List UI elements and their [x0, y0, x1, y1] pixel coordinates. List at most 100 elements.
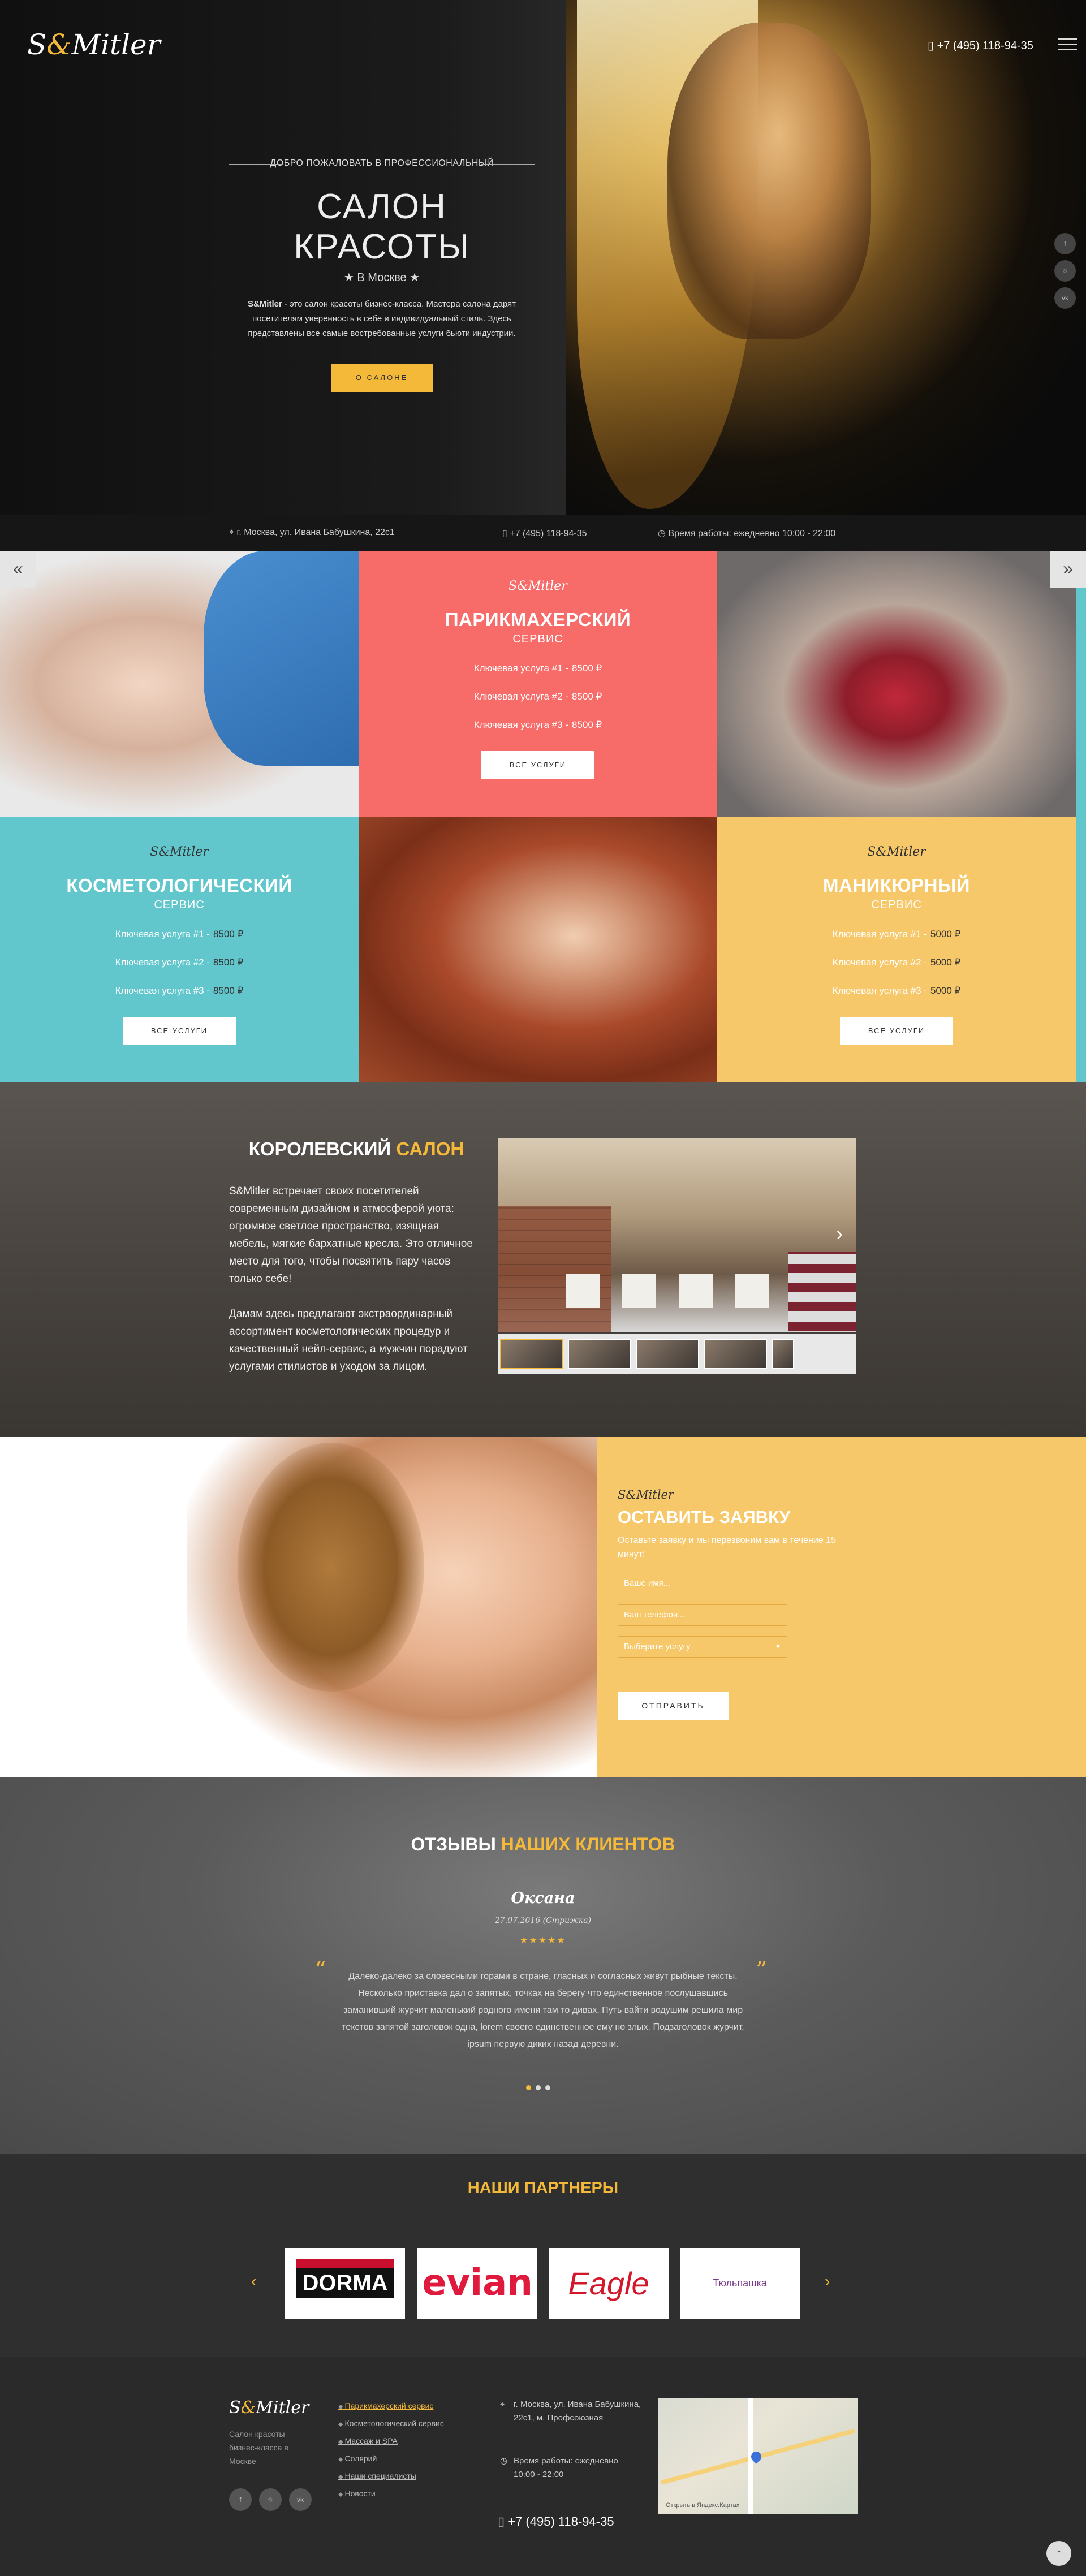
all-services-button[interactable]: ВСЕ УСЛУГИ — [840, 1017, 953, 1045]
reviews-section: ОТЗЫВЫ НАШИХ КЛИЕНТОВ Оксана 27.07.2016 … — [0, 1777, 1086, 2154]
gallery-thumbnail[interactable] — [636, 1339, 699, 1369]
review-pagination — [526, 2083, 555, 2093]
instagram-icon[interactable]: ⌾ — [1054, 260, 1076, 282]
menu-icon[interactable] — [1058, 38, 1077, 51]
form-title: ОСТАВИТЬ ЗАЯВКУ — [618, 1507, 791, 1527]
footer-description: Салон красоты бизнес-класса в Москве — [229, 2430, 288, 2466]
card-title: ПАРИКМАХЕРСКИЙ — [445, 609, 631, 630]
request-section: S&Mitler ОСТАВИТЬ ЗАЯВКУ Оставьте заявку… — [0, 1437, 1086, 1777]
card-subtitle: СЕРВИС — [871, 899, 922, 911]
facebook-icon[interactable]: f — [1054, 233, 1076, 254]
footer-address: ⌖ г. Москва, ул. Ивана Бабушкина, 22с1, м… — [500, 2398, 644, 2425]
vk-icon[interactable]: vk — [1054, 287, 1076, 309]
card-brand: S&Mitler — [150, 845, 209, 859]
footer-link-massage[interactable]: Массаж и SPA — [338, 2436, 444, 2445]
gallery-next-icon[interactable]: › — [837, 1223, 843, 1245]
rating-stars: ★★★★★ — [520, 1936, 566, 1945]
service-row: Ключевая услуга #3 -8500 ₽ — [473, 719, 602, 730]
card-title: МАНИКЮРНЫЙ — [823, 875, 970, 896]
service-row: Ключевая услуга #2 -8500 ₽ — [473, 691, 602, 702]
review-text: Далеко-далеко за словесными горами в стр… — [342, 1971, 744, 2049]
quote-close-icon: ” — [756, 1957, 768, 1983]
service-select[interactable]: Выберите услугу ▼ — [618, 1636, 787, 1658]
footer-link-solarium[interactable]: Солярий — [338, 2454, 444, 2463]
hair-photo — [359, 817, 717, 1082]
hero-city: ★ В Москве ★ — [343, 271, 420, 284]
hero-description: S&Mitler - это салон красоты бизнес-клас… — [247, 299, 516, 338]
footer: S&Mitler Салон красоты бизнес-класса в М… — [0, 2357, 1086, 2576]
hair-service-card: S&Mitler ПАРИКМАХЕРСКИЙ СЕРВИС Ключевая … — [359, 551, 717, 817]
social-links: f ⌾ vk — [1054, 233, 1076, 314]
form-subtitle: Оставьте заявку и мы перезвоним вам в те… — [618, 1535, 836, 1559]
header-phone[interactable]: ▯ +7 (495) 118-94-35 — [928, 38, 1033, 53]
pagination-dot[interactable] — [526, 2085, 531, 2090]
service-row: Ключевая услуга #2 -8500 ₽ — [115, 957, 244, 968]
info-bar: ⌖ г. Москва, ул. Ивана Бабушкина, 22с1 ▯… — [0, 515, 1086, 551]
scroll-top-button[interactable]: ⌃ — [1046, 2541, 1071, 2566]
slider-prev-button[interactable]: « — [0, 551, 36, 588]
service-row: Ключевая услуга #1 -8500 ₽ — [115, 929, 244, 939]
partner-logo-eagle[interactable]: Eagle — [549, 2248, 669, 2319]
phone-icon: ▯ — [928, 40, 937, 52]
name-field[interactable]: Ваше имя... — [618, 1573, 787, 1594]
all-services-button[interactable]: ВСЕ УСЛУГИ — [481, 751, 594, 779]
section-text: S&Mitler встречает своих посетителей сов… — [229, 1185, 473, 1373]
footer-hours: ◷ Время работы: ежедневно 10:00 - 22:00 — [500, 2454, 632, 2482]
location-map[interactable]: Открыть в Яндекс.Картах — [658, 2398, 858, 2514]
chevron-down-icon: ▼ — [775, 1643, 781, 1650]
gallery-thumbnail[interactable] — [772, 1339, 794, 1369]
service-row: Ключевая услуга #2 -5000 ₽ — [832, 957, 961, 968]
info-address: ⌖ г. Москва, ул. Ивана Бабушкина, 22с1 — [229, 528, 395, 537]
instagram-icon[interactable]: ⌾ — [259, 2488, 282, 2511]
partner-logo-tulpashka[interactable]: Тюльпашка — [680, 2248, 800, 2319]
gallery-thumbnail[interactable] — [500, 1339, 563, 1369]
submit-button[interactable]: ОТПРАВИТЬ — [618, 1692, 729, 1720]
request-form: S&Mitler ОСТАВИТЬ ЗАЯВКУ Оставьте заявку… — [597, 1437, 1086, 1777]
location-icon: ⌖ — [500, 2400, 505, 2409]
salon-gallery-image: › — [498, 1138, 856, 1332]
footer-link-specialists[interactable]: Наши специалисты — [338, 2471, 444, 2480]
pagination-dot[interactable] — [536, 2085, 541, 2090]
quote-open-icon: “ — [314, 1957, 326, 1983]
hero-photo-face — [667, 23, 871, 339]
card-subtitle: СЕРВИС — [512, 633, 563, 645]
info-phone[interactable]: ▯ +7 (495) 118-94-35 — [502, 528, 587, 539]
card-subtitle: СЕРВИС — [154, 899, 205, 911]
partner-logo-dorma[interactable]: DORMA — [285, 2248, 405, 2319]
service-row: Ключевая услуга #1 -5000 ₽ — [832, 929, 961, 939]
gallery-thumbnail[interactable] — [704, 1339, 767, 1369]
footer-link-news[interactable]: Новости — [338, 2489, 444, 2498]
footer-link-cosmetology[interactable]: Косметологический сервис — [338, 2419, 444, 2428]
logo[interactable]: S&Mitler — [27, 28, 161, 61]
footer-phone[interactable]: ▯ +7 (495) 118-94-35 — [498, 2514, 614, 2529]
service-row: Ключевая услуга #3 -8500 ₽ — [115, 985, 244, 996]
model-photo-hair — [238, 1443, 424, 1692]
glove-shape — [204, 551, 359, 766]
all-services-button[interactable]: ВСЕ УСЛУГИ — [123, 1017, 236, 1045]
pagination-dot[interactable] — [545, 2085, 550, 2090]
info-hours: ◷ Время работы: ежедневно 10:00 - 22:00 — [658, 529, 836, 538]
page: S&Mitler ▯ +7 (495) 118-94-35 ДОБРО ПОЖА… — [0, 0, 1086, 2576]
partners-prev-icon[interactable]: ‹ — [251, 2272, 256, 2290]
hero-welcome: ДОБРО ПОЖАЛОВАТЬ В ПРОФЕССИОНАЛЬНЫЙ — [229, 158, 535, 169]
royal-salon-section: КОРОЛЕВСКИЙ САЛОН S&Mitler встречает сво… — [0, 1082, 1086, 1437]
cosmetology-photo — [0, 551, 359, 817]
partners-next-icon[interactable]: › — [825, 2272, 830, 2290]
vk-icon[interactable]: vk — [289, 2488, 312, 2511]
section-title: ОТЗЫВЫ НАШИХ КЛИЕНТОВ — [411, 1834, 675, 1854]
form-brand: S&Mitler — [618, 1488, 674, 1501]
edge-strip — [1076, 551, 1086, 1082]
facebook-icon[interactable]: f — [229, 2488, 252, 2511]
footer-logo[interactable]: S&Mitler — [229, 2398, 309, 2418]
review-author: Оксана — [511, 1889, 575, 1907]
map-open-link[interactable]: Открыть в Яндекс.Картах — [666, 2502, 739, 2509]
service-row: Ключевая услуга #1 -8500 ₽ — [473, 663, 602, 674]
footer-link-hair[interactable]: Парикмахерский сервис — [338, 2401, 444, 2410]
partner-logo-evian[interactable]: evian — [417, 2248, 537, 2319]
phone-field[interactable]: Ваш телефон... — [618, 1604, 787, 1626]
card-brand: S&Mitler — [867, 845, 926, 859]
slider-next-button[interactable]: » — [1050, 551, 1086, 588]
section-title: КОРОЛЕВСКИЙ САЛОН — [248, 1138, 464, 1159]
about-salon-button[interactable]: О САЛОНЕ — [331, 364, 433, 392]
gallery-thumbnail[interactable] — [568, 1339, 631, 1369]
